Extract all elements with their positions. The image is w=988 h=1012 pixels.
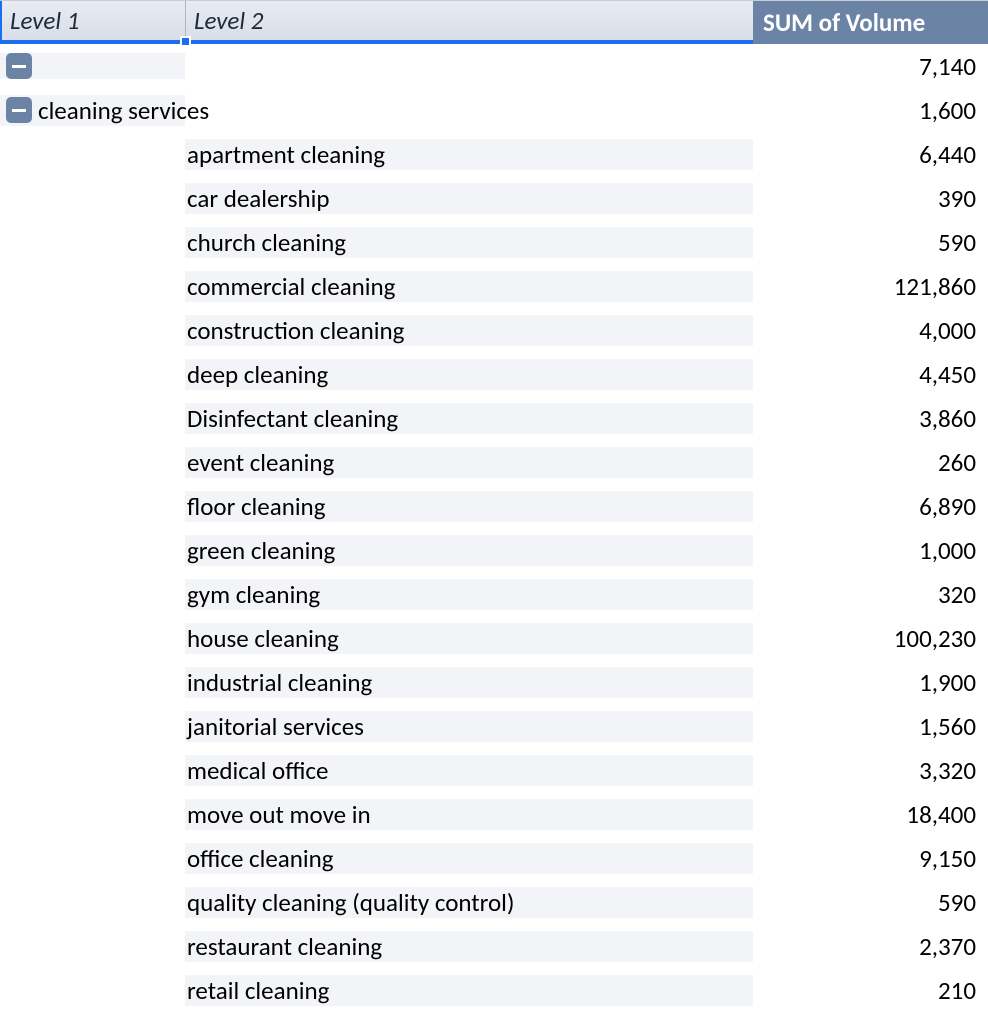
table-row: deep cleaning 4,450 [0, 352, 988, 396]
level2-label: medical office [187, 755, 328, 786]
cell-level2: church cleaning [185, 227, 753, 258]
level2-label: gym cleaning [187, 579, 320, 610]
level2-label: Disinfectant cleaning [187, 403, 398, 434]
table-row: quality cleaning (quality control) 590 [0, 880, 988, 924]
cell-level2: Disinfectant cleaning [185, 403, 753, 434]
table-row: cleaning services 1,600 [0, 88, 988, 132]
cell-level2: apartment cleaning [185, 139, 753, 170]
level2-label: office cleaning [187, 843, 334, 874]
cell-level2: move out move in [185, 799, 753, 830]
table-row: church cleaning 590 [0, 220, 988, 264]
cell-value: 2,370 [753, 931, 988, 962]
level2-label: restaurant cleaning [187, 931, 382, 962]
cell-value: 260 [753, 447, 988, 478]
cell-value: 9,150 [753, 843, 988, 874]
cell-level2: car dealership [185, 183, 753, 214]
cell-level2: event cleaning [185, 447, 753, 478]
level1-label: cleaning services [38, 95, 209, 126]
table-row: gym cleaning 320 [0, 572, 988, 616]
level2-label: apartment cleaning [187, 139, 385, 170]
cell-value: 100,230 [753, 623, 988, 654]
level2-label: retail cleaning [187, 975, 329, 1006]
level2-label: industrial cleaning [187, 667, 372, 698]
table-row: car dealership 390 [0, 176, 988, 220]
table-row: office cleaning 9,150 [0, 836, 988, 880]
level2-label: deep cleaning [187, 359, 328, 390]
table-row: commercial cleaning 121,860 [0, 264, 988, 308]
table-row: industrial cleaning 1,900 [0, 660, 988, 704]
cell-level2: industrial cleaning [185, 667, 753, 698]
cell-value: 1,000 [753, 535, 988, 566]
level2-label: car dealership [187, 183, 330, 214]
table-row: janitorial services 1,560 [0, 704, 988, 748]
cell-level2: office cleaning [185, 843, 753, 874]
level2-label: floor cleaning [187, 491, 325, 522]
level2-label: church cleaning [187, 227, 346, 258]
column-header-level1[interactable]: Level 1 [0, 1, 185, 44]
cell-value: 390 [753, 183, 988, 214]
table-row: medical office 3,320 [0, 748, 988, 792]
cell-value: 210 [753, 975, 988, 1006]
cell-value: 1,560 [753, 711, 988, 742]
cell-level2: medical office [185, 755, 753, 786]
pivot-table: Level 1 Level 2 SUM of Volume 7,140 clean… [0, 0, 988, 1012]
cell-level2: commercial cleaning [185, 271, 753, 302]
cell-value: 1,900 [753, 667, 988, 698]
cell-level2: floor cleaning [185, 491, 753, 522]
column-header-sum-of-volume[interactable]: SUM of Volume [753, 1, 988, 44]
table-row: event cleaning 260 [0, 440, 988, 484]
cell-value: 320 [753, 579, 988, 610]
level2-label: event cleaning [187, 447, 334, 478]
cell-value: 7,140 [753, 51, 988, 82]
level2-label: move out move in [187, 799, 371, 830]
table-row: construction cleaning 4,000 [0, 308, 988, 352]
cell-level1 [0, 53, 185, 79]
table-row: house cleaning 100,230 [0, 616, 988, 660]
column-header-level2[interactable]: Level 2 [185, 1, 753, 44]
cell-level2: retail cleaning [185, 975, 753, 1006]
cell-value: 4,450 [753, 359, 988, 390]
cell-level2: restaurant cleaning [185, 931, 753, 962]
level2-label: green cleaning [187, 535, 335, 566]
column-resize-handle[interactable] [180, 36, 191, 47]
table-row: restaurant cleaning 2,370 [0, 924, 988, 968]
level2-label: quality cleaning (quality control) [187, 887, 515, 918]
cell-value: 18,400 [753, 799, 988, 830]
table-row: floor cleaning 6,890 [0, 484, 988, 528]
pivot-header-row: Level 1 Level 2 SUM of Volume [0, 0, 988, 44]
cell-value: 3,320 [753, 755, 988, 786]
cell-value: 590 [753, 227, 988, 258]
cell-value: 4,000 [753, 315, 988, 346]
cell-value: 6,890 [753, 491, 988, 522]
collapse-icon[interactable] [6, 53, 32, 79]
table-row: Disinfectant cleaning 3,860 [0, 396, 988, 440]
cell-value: 121,860 [753, 271, 988, 302]
cell-value: 6,440 [753, 139, 988, 170]
level2-label: janitorial services [187, 711, 364, 742]
cell-value: 1,600 [753, 95, 988, 126]
collapse-icon[interactable] [6, 97, 32, 123]
cell-level2: janitorial services [185, 711, 753, 742]
cell-value: 3,860 [753, 403, 988, 434]
cell-level2: deep cleaning [185, 359, 753, 390]
table-row: move out move in 18,400 [0, 792, 988, 836]
table-row: green cleaning 1,000 [0, 528, 988, 572]
table-row: apartment cleaning 6,440 [0, 132, 988, 176]
cell-value: 590 [753, 887, 988, 918]
level2-label: commercial cleaning [187, 271, 395, 302]
cell-level2: green cleaning [185, 535, 753, 566]
level2-label: construction cleaning [187, 315, 404, 346]
level2-label: house cleaning [187, 623, 339, 654]
cell-level2: gym cleaning [185, 579, 753, 610]
cell-level2: quality cleaning (quality control) [185, 887, 753, 918]
pivot-body: 7,140 cleaning services 1,600 apartment cle… [0, 44, 988, 1012]
cell-level2: house cleaning [185, 623, 753, 654]
cell-level2: construction cleaning [185, 315, 753, 346]
cell-level1: cleaning services [0, 95, 185, 126]
table-row: 7,140 [0, 44, 988, 88]
table-row: retail cleaning 210 [0, 968, 988, 1012]
